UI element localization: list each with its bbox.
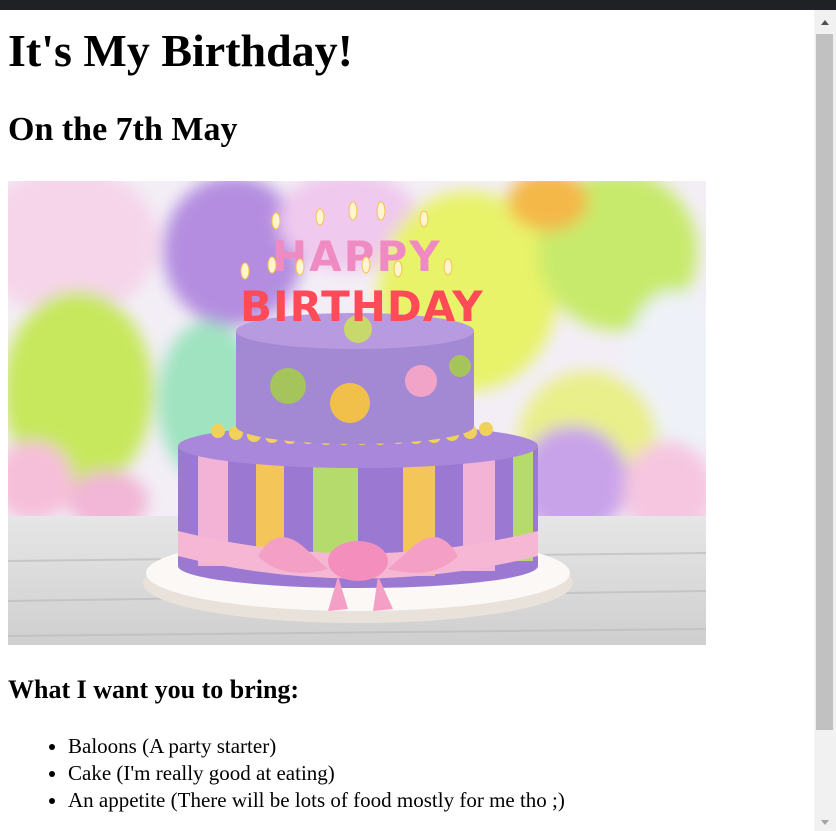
page-content: It's My Birthday! On the 7th May HAPPY B…	[8, 10, 808, 814]
list-item: Baloons (A party starter)	[68, 733, 808, 760]
list-item: Cake (I'm really good at eating)	[68, 760, 808, 787]
scroll-down-arrow-icon[interactable]	[814, 813, 836, 831]
vertical-scrollbar[interactable]	[814, 10, 836, 831]
page-subtitle: On the 7th May	[8, 111, 238, 148]
page-title: It's My Birthday!	[8, 25, 353, 76]
scrollbar-thumb[interactable]	[816, 34, 833, 730]
scroll-up-arrow-icon[interactable]	[814, 10, 836, 34]
list-item: An appetite (There will be lots of food …	[68, 787, 808, 814]
list-heading: What I want you to bring:	[8, 675, 300, 704]
bring-list: Baloons (A party starter) Cake (I'm real…	[8, 733, 808, 814]
browser-top-bar	[0, 0, 836, 10]
cake-topper-birthday: BIRTHDAY	[240, 282, 484, 331]
birthday-cake-image: HAPPY BIRTHDAY	[8, 181, 706, 645]
